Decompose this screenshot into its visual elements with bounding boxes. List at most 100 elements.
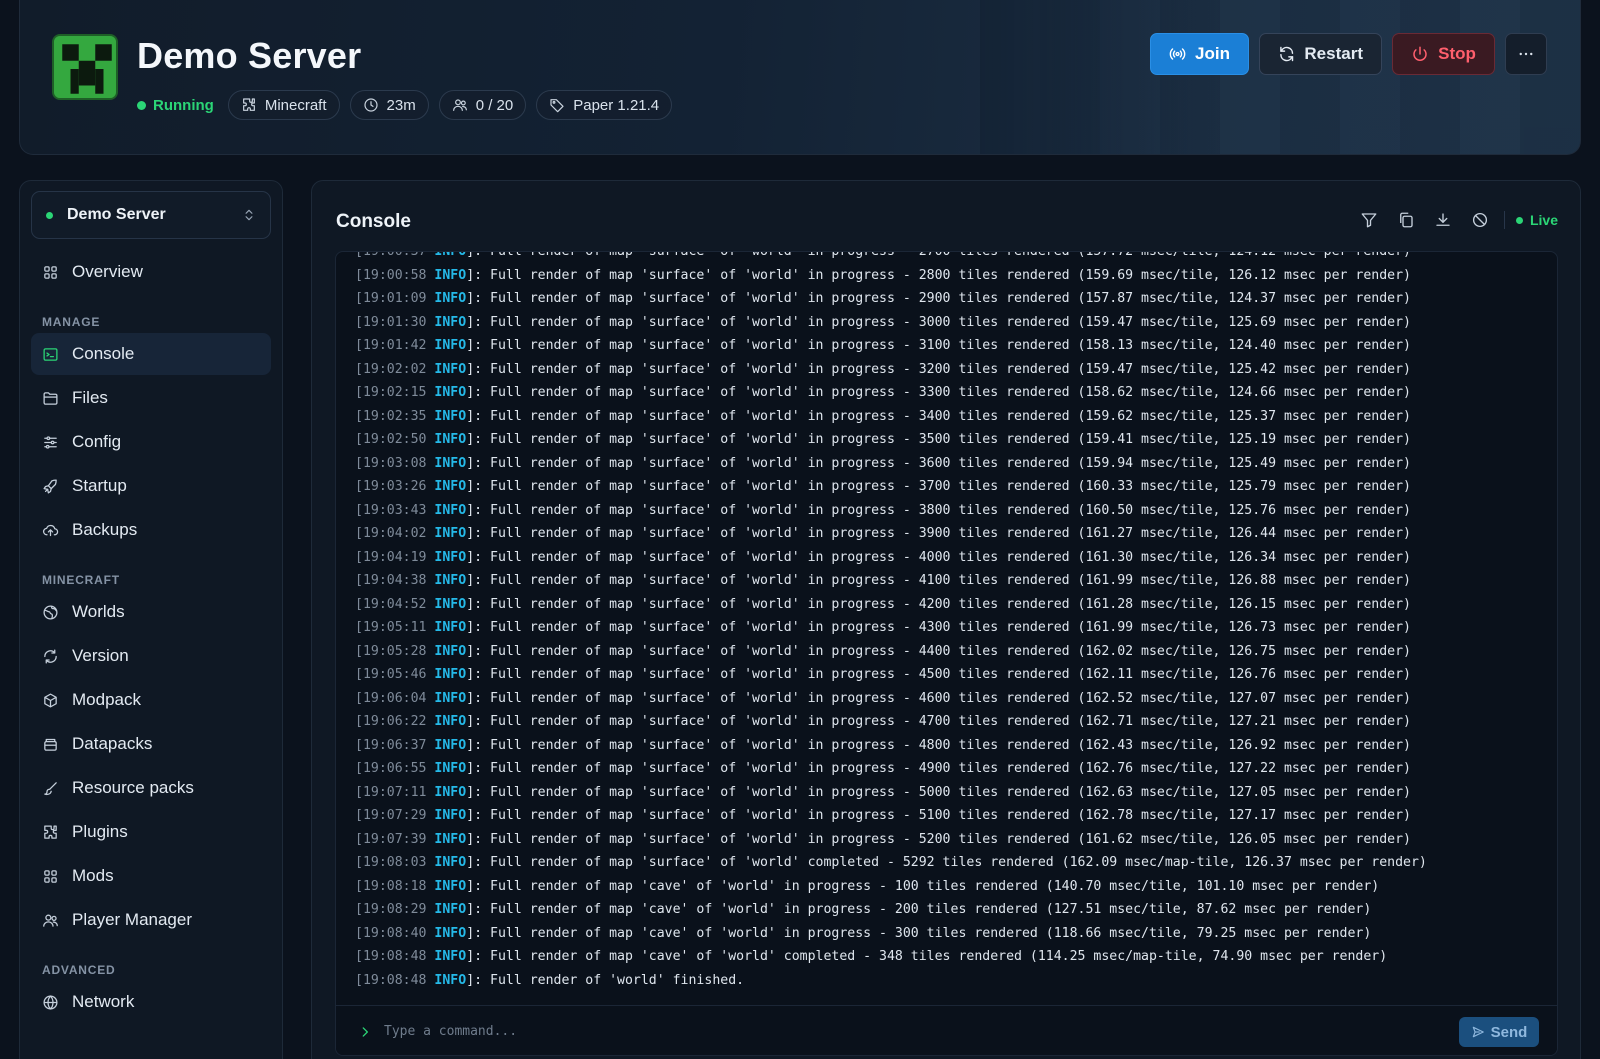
sidebar-item-label: Network <box>72 992 135 1011</box>
power-icon <box>1413 46 1427 61</box>
log-message: ]: Full render of map 'cave' of 'world' … <box>466 925 1372 941</box>
log-line: [19:07:29 INFO]: Full render of map 'sur… <box>355 804 1427 828</box>
log-level: INFO <box>434 338 467 353</box>
log-timestamp: [19:08:29 <box>355 902 427 917</box>
chevron-right-icon <box>362 1026 368 1037</box>
more-options-button[interactable] <box>1505 33 1547 75</box>
command-input[interactable] <box>384 1016 1424 1047</box>
log-message: ]: Full render of map 'surface' of 'worl… <box>466 737 1411 753</box>
stop-button[interactable]: Stop <box>1392 33 1495 75</box>
players-chip: 0 / 20 <box>438 90 527 120</box>
sidebar-item-label: Config <box>72 432 122 451</box>
log-message: ]: Full render of map 'surface' of 'worl… <box>466 620 1411 635</box>
restart-button[interactable]: Restart <box>1259 33 1382 75</box>
console-title: Console <box>336 211 411 232</box>
log-timestamp: [19:08:48 <box>355 972 427 988</box>
puzzle-icon <box>242 98 255 111</box>
sidebar-item-label: Overview <box>72 262 143 281</box>
download-icon[interactable] <box>1434 211 1452 229</box>
console-panel: Console Live [19:00:37 INFO]: Full rende… <box>311 180 1581 1059</box>
log-timestamp: [19:04:02 <box>355 526 427 541</box>
log-level: INFO <box>434 432 467 447</box>
log-timestamp: [19:01:09 <box>355 291 427 306</box>
log-line: [19:06:04 INFO]: Full render of map 'sur… <box>355 687 1427 711</box>
sidebar-item-label: Worlds <box>72 602 125 621</box>
blocks-icon <box>44 869 57 883</box>
sidebar-item-mods[interactable]: Mods <box>31 855 271 897</box>
sidebar-item-console[interactable]: Console <box>31 333 271 375</box>
log-line: [19:05:28 INFO]: Full render of map 'sur… <box>355 640 1427 664</box>
log-message: ]: Full render of map 'surface' of 'worl… <box>466 338 1411 353</box>
log-timestamp: [19:04:52 <box>355 596 427 612</box>
sidebar-item-label: Plugins <box>72 822 128 841</box>
log-line: [19:01:42 INFO]: Full render of map 'sur… <box>355 334 1427 358</box>
log-message: ]: Full render of map 'surface' of 'worl… <box>466 526 1411 541</box>
puzzle-piece-icon <box>44 824 57 839</box>
log-message: ]: Full render of map 'surface' of 'worl… <box>466 502 1411 518</box>
log-level: INFO <box>434 643 467 659</box>
sidebar-item-modpack[interactable]: Modpack <box>31 679 271 721</box>
sidebar-item-datapacks[interactable]: Datapacks <box>31 723 271 765</box>
clear-icon[interactable] <box>1471 211 1489 229</box>
log-timestamp: [19:08:03 <box>355 855 427 870</box>
archive-icon <box>44 738 57 751</box>
log-level: INFO <box>434 408 467 424</box>
server-selector[interactable]: Demo Server <box>31 191 271 239</box>
globe-icon <box>43 604 58 620</box>
sidebar-item-backups[interactable]: Backups <box>31 509 271 551</box>
log-level: INFO <box>434 690 467 706</box>
sidebar-item-network[interactable]: Network <box>31 981 271 1023</box>
sidebar-item-files[interactable]: Files <box>31 377 271 419</box>
log-timestamp: [19:07:29 <box>355 808 427 823</box>
sidebar-item-resource-packs[interactable]: Resource packs <box>31 767 271 809</box>
copy-icon[interactable] <box>1397 211 1415 229</box>
package-icon <box>44 692 57 708</box>
grid-icon <box>44 265 57 279</box>
log-level: INFO <box>434 902 467 917</box>
log-message: ]: Full render of map 'surface' of 'worl… <box>466 408 1411 424</box>
sidebar-item-overview[interactable]: Overview <box>31 251 271 293</box>
sidebar-item-player-manager[interactable]: Player Manager <box>31 899 271 941</box>
log-level: INFO <box>434 949 467 964</box>
log-level: INFO <box>434 714 467 729</box>
log-level: INFO <box>434 251 467 259</box>
join-button[interactable]: Join <box>1150 33 1249 75</box>
log-timestamp: [19:02:35 <box>355 408 427 424</box>
tag-icon <box>550 99 564 113</box>
log-timestamp: [19:05:28 <box>355 643 427 659</box>
send-button[interactable]: Send <box>1459 1017 1539 1047</box>
log-message: ]: Full render of map 'surface' of 'worl… <box>466 573 1411 588</box>
broadcast-icon <box>1169 48 1186 60</box>
sidebar-item-startup[interactable]: Startup <box>31 465 271 507</box>
log-level: INFO <box>434 878 467 894</box>
log-level: INFO <box>434 596 467 612</box>
log-timestamp: [19:06:37 <box>355 737 427 753</box>
log-timestamp: [19:07:39 <box>355 831 427 847</box>
log-message: ]: Full render of map 'surface' of 'worl… <box>466 643 1411 659</box>
log-level: INFO <box>434 361 467 377</box>
log-line: [19:04:52 INFO]: Full render of map 'sur… <box>355 593 1427 617</box>
log-timestamp: [19:05:11 <box>355 620 427 635</box>
sidebar-item-config[interactable]: Config <box>31 421 271 463</box>
sidebar-nav: Overview MANAGE Console Files Config Sta… <box>31 251 271 1025</box>
log-message: ]: Full render of map 'surface' of 'worl… <box>466 714 1411 729</box>
log-timestamp: [19:06:55 <box>355 761 427 776</box>
sidebar-item-plugins[interactable]: Plugins <box>31 811 271 853</box>
log-level: INFO <box>434 573 467 588</box>
log-level: INFO <box>434 784 467 800</box>
log-line: [19:00:37 INFO]: Full render of map 'sur… <box>355 251 1427 264</box>
filter-icon[interactable] <box>1360 211 1378 229</box>
sidebar-item-worlds[interactable]: Worlds <box>31 591 271 633</box>
log-timestamp: [19:04:38 <box>355 573 427 588</box>
log-level: INFO <box>434 620 467 635</box>
log-timestamp: [19:00:37 <box>355 251 427 259</box>
console-log: [19:00:37 INFO]: Full render of map 'sur… <box>335 251 1558 1056</box>
log-line: [19:08:03 INFO]: Full render of map 'sur… <box>355 851 1427 875</box>
log-level: INFO <box>434 549 467 565</box>
players-label: 0 / 20 <box>475 96 514 114</box>
server-meta-row: Running Minecraft 23m 0 / 20 Paper 1.21.… <box>137 90 673 120</box>
log-level: INFO <box>434 291 467 306</box>
log-timestamp: [19:01:42 <box>355 338 427 353</box>
log-level: INFO <box>434 855 467 870</box>
sidebar-item-version[interactable]: Version <box>31 635 271 677</box>
